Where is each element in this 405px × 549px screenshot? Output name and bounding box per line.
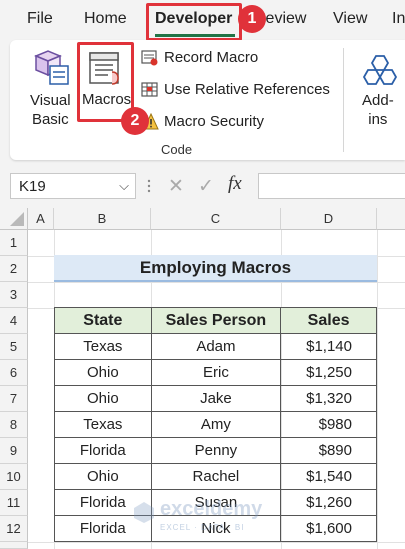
name-box[interactable]: K19 ⌵ [10, 173, 136, 199]
developer-ribbon: Visual Basic Macros Record Macro Use Rel… [10, 40, 405, 160]
formula-bar-grip-icon [147, 178, 151, 194]
record-macro-label[interactable]: Record Macro [164, 49, 258, 66]
cell-sales-person[interactable]: Penny [150, 437, 282, 464]
cell-state[interactable]: Ohio [54, 359, 152, 386]
cell-state[interactable]: Florida [54, 437, 152, 464]
row-header-2[interactable]: 2 [0, 256, 28, 282]
row-header-13-partial[interactable] [0, 542, 28, 549]
row-header-4[interactable]: 4 [0, 308, 28, 334]
exceldemy-logo-icon [132, 500, 156, 524]
gridline [377, 230, 378, 549]
macro-security-label[interactable]: Macro Security [164, 113, 264, 130]
cell-sales[interactable]: $1,600 [280, 515, 377, 542]
column-header-a[interactable]: A [28, 208, 54, 230]
cell-sales[interactable]: $1,140 [280, 333, 377, 360]
column-header-b[interactable]: B [54, 208, 151, 230]
name-box-value: K19 [19, 178, 46, 195]
cell-sales-person[interactable]: Eric [150, 359, 282, 386]
gridline [28, 282, 405, 283]
cell-sales[interactable]: $890 [280, 437, 377, 464]
cell-sales[interactable]: $1,540 [280, 463, 377, 490]
row-header-10[interactable]: 10 [0, 464, 28, 490]
tab-home[interactable]: Home [84, 10, 127, 28]
watermark-name: exceldemy [160, 498, 263, 520]
relative-references-icon[interactable] [141, 82, 159, 98]
step-1-badge: 1 [238, 5, 266, 33]
row-header-1[interactable]: 1 [0, 230, 28, 256]
cell-sales-person[interactable]: Jake [150, 385, 282, 412]
add-ins-icon[interactable] [360, 50, 400, 90]
tab-insert-partial[interactable]: In [392, 10, 405, 28]
table-row: Florida Penny $890 [54, 437, 377, 464]
visual-basic-label[interactable]: Visual Basic [30, 91, 71, 129]
row-header-5[interactable]: 5 [0, 334, 28, 360]
cell-sales[interactable]: $1,250 [280, 359, 377, 386]
column-header-c[interactable]: C [151, 208, 281, 230]
row-header-11[interactable]: 11 [0, 490, 28, 516]
select-all-corner[interactable] [0, 208, 28, 230]
code-group-label: Code [161, 142, 193, 157]
row-header-12[interactable]: 12 [0, 516, 28, 542]
developer-tab-highlight [146, 3, 242, 41]
chevron-down-icon[interactable]: ⌵ [119, 178, 129, 194]
group-divider [343, 48, 344, 152]
cancel-icon[interactable]: ✕ [168, 175, 184, 198]
add-ins-label[interactable]: Add- ins [362, 91, 394, 129]
row-header-9[interactable]: 9 [0, 438, 28, 464]
cell-state[interactable]: Texas [54, 411, 152, 438]
row-header-7[interactable]: 7 [0, 386, 28, 412]
table-row: Ohio Eric $1,250 [54, 359, 377, 386]
step-2-badge: 2 [121, 107, 149, 135]
header-sales-person[interactable]: Sales Person [150, 307, 282, 334]
row-header-3[interactable]: 3 [0, 282, 28, 308]
enter-icon[interactable]: ✓ [198, 175, 214, 198]
sheet-title[interactable]: Employing Macros [54, 255, 377, 282]
cell-state[interactable]: Texas [54, 333, 152, 360]
cell-sales[interactable]: $1,260 [280, 489, 377, 516]
table-header-row: State Sales Person Sales [54, 307, 377, 334]
table-row: Ohio Jake $1,320 [54, 385, 377, 412]
cell-state[interactable]: Ohio [54, 385, 152, 412]
formula-input[interactable] [258, 173, 405, 199]
table-row: Ohio Rachel $1,540 [54, 463, 377, 490]
gridline [28, 542, 405, 543]
row-header-8[interactable]: 8 [0, 412, 28, 438]
relative-references-label[interactable]: Use Relative References [164, 81, 330, 98]
header-state[interactable]: State [54, 307, 152, 334]
cell-sales-person[interactable]: Rachel [150, 463, 282, 490]
cell-sales-person[interactable]: Amy [150, 411, 282, 438]
column-header-e-partial[interactable] [377, 208, 405, 230]
record-macro-icon[interactable] [141, 50, 159, 66]
cell-sales[interactable]: $980 [280, 411, 377, 438]
table-row: Texas Adam $1,140 [54, 333, 377, 360]
cell-sales-person[interactable]: Adam [150, 333, 282, 360]
formula-controls: ✕ ✓ fx [160, 173, 250, 199]
watermark-tagline: EXCEL · DATA · BI [160, 523, 245, 532]
header-sales[interactable]: Sales [280, 307, 377, 334]
table-row: Texas Amy $980 [54, 411, 377, 438]
visual-basic-icon[interactable] [28, 48, 72, 88]
cell-state[interactable]: Ohio [54, 463, 152, 490]
tab-file[interactable]: File [27, 10, 53, 28]
row-header-6[interactable]: 6 [0, 360, 28, 386]
cell-sales[interactable]: $1,320 [280, 385, 377, 412]
insert-function-icon[interactable]: fx [228, 173, 242, 195]
tab-view[interactable]: View [333, 10, 367, 28]
column-header-d[interactable]: D [281, 208, 377, 230]
